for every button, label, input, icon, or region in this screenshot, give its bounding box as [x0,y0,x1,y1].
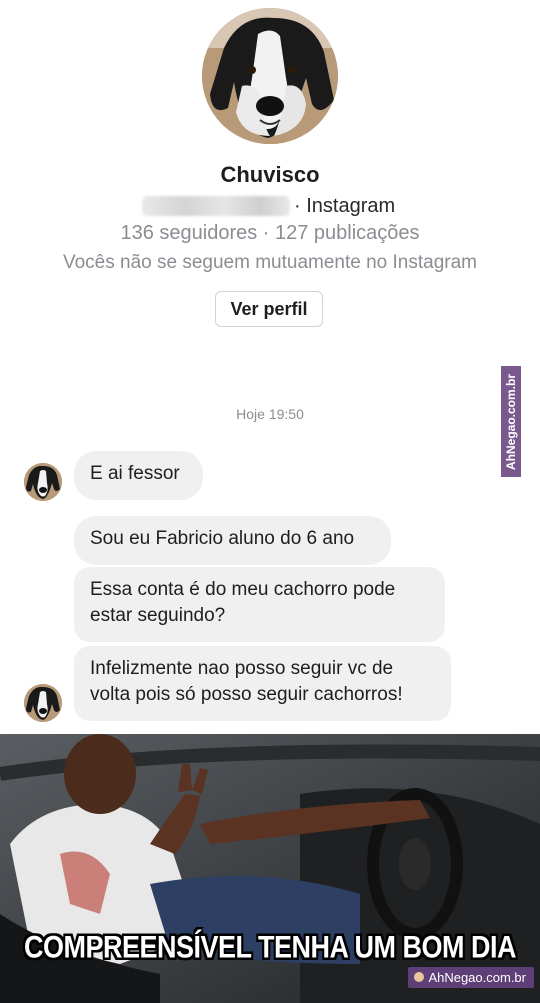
chat-timestamp: Hoje 19:50 [236,406,304,422]
profile-handle-line: · Instagram [142,194,395,218]
meme-credit-watermark: AhNegao.com.br [408,967,534,988]
message-bubble-3: Essa conta é do meu cachorro pode estar … [74,567,445,642]
dog-photo-icon [202,8,338,144]
platform-label: · Instagram [294,194,396,217]
view-profile-button[interactable]: Ver perfil [215,291,323,327]
message-bubble-2: Sou eu Fabricio aluno do 6 ano [74,516,391,565]
meme-caption: COMPREENSÍVEL TENHA UM BOM DIA [23,929,517,965]
sender-avatar[interactable] [24,684,62,722]
message-text: Essa conta é do meu cachorro pode estar … [90,579,396,626]
message-text: Infelizmente nao posso seguir vc de volt… [90,658,403,705]
message-bubble-1: E ai fessor [74,451,203,500]
dog-avatar-icon [24,684,62,722]
message-text: Sou eu Fabricio aluno do 6 ano [90,528,355,549]
profile-avatar[interactable] [202,8,338,144]
blurred-username [142,196,290,216]
message-bubble-4: Infelizmente nao posso seguir vc de volt… [74,646,451,721]
sender-avatar[interactable] [24,463,62,501]
profile-name: Chuvisco [220,162,320,187]
dog-avatar-icon [24,463,62,501]
message-text: E ai fessor [90,463,180,484]
profile-stats: 136 seguidores · 127 publicações [120,222,420,244]
mutual-follow-notice: Vocês não se seguem mutuamente no Instag… [62,252,478,273]
